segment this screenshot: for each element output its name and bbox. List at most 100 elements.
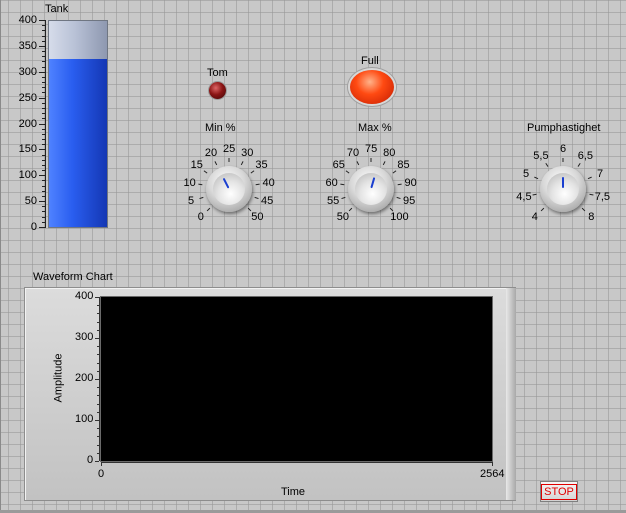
min-knob-tick	[254, 196, 259, 200]
waveform-chart-label: Waveform Chart	[33, 271, 113, 283]
tank-scale-label: 50	[24, 195, 37, 208]
max-knob-tick	[356, 161, 360, 166]
waveform-plot-area[interactable]	[101, 297, 492, 461]
pump-knob-tick-label: 5	[523, 167, 530, 180]
y-axis-minor-tick	[97, 411, 99, 413]
min-knob-tick-label: 10	[183, 176, 196, 189]
tank-scale-label: 150	[18, 143, 37, 156]
y-axis-tick-label: 100	[75, 413, 94, 425]
pump-knob-tick-label: 6	[560, 143, 567, 155]
tank-empty-region	[49, 21, 107, 59]
tom-led-label: Tom	[207, 67, 228, 79]
waveform-chart-bevel	[506, 288, 516, 500]
tom-led-indicator	[209, 82, 226, 99]
min-knob-tick-label: 0	[197, 211, 204, 224]
tank-scale-label: 0	[30, 221, 37, 233]
min-knob-tick	[199, 196, 204, 200]
x-axis-tick-label: 2564	[480, 468, 505, 480]
x-axis-major-tick	[101, 462, 102, 466]
max-knob-tick-label: 90	[404, 176, 417, 189]
min-knob-tick-label: 35	[255, 159, 268, 172]
min-knob-tick	[240, 161, 244, 166]
min-knob-tick	[198, 183, 203, 186]
min-knob-tick-label: 45	[261, 195, 274, 208]
full-led-label: Full	[361, 55, 379, 67]
min-knob-pointer	[223, 178, 230, 189]
y-axis-minor-tick	[97, 428, 99, 430]
min-knob-tick-label: 30	[241, 147, 254, 160]
max-knob-tick-label: 75	[365, 143, 378, 155]
y-axis-major-tick	[95, 379, 99, 380]
max-knob-tick	[397, 183, 402, 186]
pump-knob-tick-label: 7,5	[594, 190, 611, 203]
tank-label: Tank	[45, 3, 69, 15]
min-knob-tick-label: 40	[262, 176, 275, 189]
max-knob-tick-label: 100	[390, 211, 409, 224]
y-axis-major-tick	[95, 461, 99, 462]
y-axis-minor-tick	[97, 452, 99, 454]
y-axis-minor-tick	[97, 346, 99, 348]
tank-scale-label: 400	[18, 14, 37, 26]
min-knob-tick-label: 20	[204, 147, 218, 160]
tank-fill-level	[49, 58, 107, 227]
min-knob-tick-label: 15	[190, 159, 203, 172]
max-knob-tick-label: 85	[397, 159, 410, 172]
y-axis-line	[99, 297, 100, 461]
stop-button-label: STOP	[541, 483, 577, 500]
y-axis-tick-label: 400	[75, 290, 94, 302]
tank-scale-label: 250	[18, 91, 37, 104]
tank-scale-label: 100	[18, 169, 37, 182]
pump-knob-tick-label: 4,5	[516, 190, 532, 203]
x-axis-tick-label: 0	[98, 468, 105, 480]
min-knob-tick	[214, 161, 218, 166]
min-knob-tick-label: 5	[187, 195, 195, 208]
pump-knob-tick-label: 4	[531, 211, 538, 224]
max-knob-tick	[340, 183, 345, 186]
max-knob-tick-label: 70	[346, 147, 360, 160]
min-knob-tick	[255, 183, 260, 186]
tank-scale-axis	[45, 20, 46, 227]
max-knob-tick-label: 55	[326, 195, 340, 208]
y-axis-minor-tick	[97, 403, 99, 405]
max-knob-tick-label: 50	[336, 211, 349, 224]
y-axis-major-tick	[95, 297, 99, 298]
tank-major-tick	[39, 227, 46, 228]
y-axis-tick-label: 300	[75, 331, 94, 343]
max-knob-label: Max %	[358, 122, 392, 134]
full-led-indicator	[350, 70, 394, 104]
y-axis-tick-label: 0	[87, 454, 94, 466]
y-axis-major-tick	[95, 338, 99, 339]
y-axis-major-tick	[95, 420, 99, 421]
max-knob-tick	[341, 196, 346, 200]
pump-knob-tick	[589, 193, 594, 196]
y-axis-tick-label: 200	[75, 372, 94, 384]
x-axis-label: Time	[281, 486, 306, 498]
front-panel-edge	[0, 0, 1, 513]
y-axis-minor-tick	[97, 305, 99, 307]
max-knob-tick-label: 95	[403, 195, 416, 208]
tank-indicator	[48, 20, 108, 228]
pump-knob-tick-label: 6,5	[577, 149, 594, 162]
tank-scale-label: 300	[18, 65, 37, 78]
pump-knob-tick-label: 5,5	[533, 149, 549, 162]
pump-knob-tick	[532, 193, 537, 196]
min-knob-label: Min %	[205, 122, 236, 134]
max-knob-tick	[396, 196, 401, 200]
pump-knob-tick-label: 8	[588, 211, 595, 224]
pump-speed-knob-label: Pumphastighet	[527, 122, 601, 134]
y-axis-minor-tick	[97, 354, 99, 356]
stop-button[interactable]: STOP	[540, 481, 578, 502]
max-knob-tick-label: 80	[383, 147, 396, 160]
pump-knob-pointer	[562, 177, 564, 188]
tank-scale-label: 200	[18, 117, 37, 130]
x-axis-major-tick	[492, 462, 493, 466]
pump-knob-tick	[534, 176, 539, 180]
max-knob-pointer	[370, 177, 376, 189]
x-axis-line	[101, 462, 492, 463]
y-axis-minor-tick	[97, 395, 99, 397]
y-axis-minor-tick	[97, 362, 99, 364]
max-knob-tick-label: 60	[325, 176, 338, 189]
y-axis-minor-tick	[97, 370, 99, 372]
y-axis-label: Amplitude	[52, 353, 65, 403]
pump-knob-tick-label: 7	[596, 167, 604, 180]
